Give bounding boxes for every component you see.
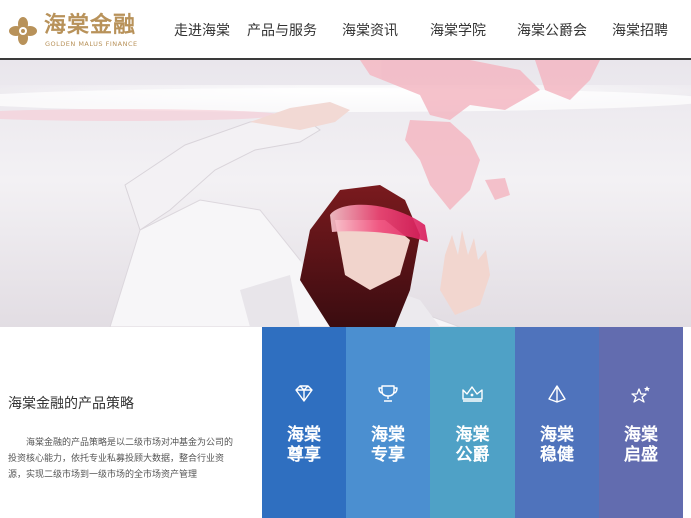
- diamond-icon: [295, 385, 313, 402]
- main-nav: 走进海棠 产品与服务 海棠资讯 海棠学院 海棠公爵会 海棠招聘: [0, 20, 691, 42]
- product-tile-zhuanxiang[interactable]: 海棠 专享: [346, 327, 430, 518]
- nav-item-products[interactable]: 产品与服务: [247, 20, 317, 40]
- strategy-title: 海棠金融的产品策略: [8, 396, 134, 412]
- stars-icon: [631, 386, 650, 403]
- nav-item-news[interactable]: 海棠资讯: [342, 20, 398, 40]
- nav-item-careers[interactable]: 海棠招聘: [612, 20, 668, 40]
- product-label: 海棠 尊享: [287, 425, 321, 465]
- product-tile-gongjue[interactable]: 海棠 公爵: [430, 327, 515, 518]
- product-label: 海棠 启盛: [624, 425, 658, 465]
- hero-banner[interactable]: [0, 60, 691, 327]
- product-tile-zunxiang[interactable]: 海棠 尊享: [262, 327, 346, 518]
- crown-icon: [462, 386, 483, 402]
- site-header: 海棠金融 GOLDEN MALUS FINANCE 走进海棠 产品与服务 海棠资…: [0, 0, 691, 60]
- product-tiles: 海棠 尊享 海棠 专享 海棠 公爵 海棠 稳健 海棠 启盛: [262, 327, 691, 518]
- pyramid-icon: [548, 385, 566, 403]
- nav-item-academy[interactable]: 海棠学院: [430, 20, 486, 40]
- hero-illustration: [0, 60, 691, 327]
- product-strategy-section: 海棠金融的产品策略 海棠金融的产品策略是以二级市场对冲基金为公司的投资核心能力，…: [0, 327, 262, 518]
- page: 海棠金融 GOLDEN MALUS FINANCE 走进海棠 产品与服务 海棠资…: [0, 0, 691, 518]
- product-label: 海棠 稳健: [540, 425, 574, 465]
- nav-item-about[interactable]: 走进海棠: [174, 20, 230, 40]
- trophy-icon: [378, 385, 398, 402]
- strategy-description: 海棠金融的产品策略是以二级市场对冲基金为公司的投资核心能力，依托专业私募投顾大数…: [8, 438, 234, 480]
- product-label: 海棠 专享: [371, 425, 405, 465]
- product-tile-qisheng[interactable]: 海棠 启盛: [599, 327, 683, 518]
- product-tile-wenjian[interactable]: 海棠 稳健: [515, 327, 599, 518]
- product-label: 海棠 公爵: [455, 425, 490, 465]
- nav-item-club[interactable]: 海棠公爵会: [517, 20, 587, 40]
